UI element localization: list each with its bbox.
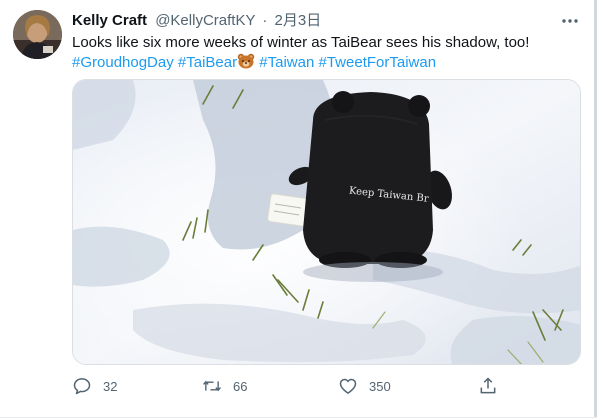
tweet-photo[interactable]: Keep Taiwan Br — [72, 79, 581, 365]
tweet-hashtags: #GroudhogDay #TaiBear #Taiwan #TweetForT… — [72, 53, 572, 73]
reply-count: 32 — [103, 378, 118, 394]
tweet-timestamp[interactable]: 2月3日 — [275, 12, 322, 29]
avatar[interactable] — [13, 10, 62, 59]
bear-emoji-icon — [237, 53, 255, 69]
like-button[interactable]: 350 — [338, 373, 391, 399]
like-icon — [338, 376, 358, 396]
share-icon — [478, 376, 498, 396]
retweet-icon — [202, 376, 222, 396]
hashtag-taibear[interactable]: #TaiBear — [178, 54, 237, 71]
reply-button[interactable]: 32 — [72, 373, 117, 399]
author-name[interactable]: Kelly Craft — [72, 12, 147, 29]
hashtag-groudhogday[interactable]: #GroudhogDay — [72, 54, 174, 71]
retweet-button[interactable]: 66 — [202, 373, 247, 399]
tweet-header: Kelly Craft @KellyCraftKY · 2月3日 — [72, 11, 577, 31]
more-icon[interactable] — [559, 10, 581, 32]
tweet-actions: 32 66 350 — [72, 373, 581, 399]
tweet[interactable]: Kelly Craft @KellyCraftKY · 2月3日 Looks l… — [0, 0, 597, 418]
share-button[interactable] — [478, 373, 498, 399]
retweet-count: 66 — [233, 378, 248, 394]
tweet-text: Looks like six more weeks of winter as T… — [72, 33, 572, 73]
reply-icon — [72, 376, 92, 396]
like-count: 350 — [369, 378, 391, 394]
separator-dot: · — [262, 12, 268, 29]
tweet-text-main: Looks like six more weeks of winter as T… — [72, 34, 530, 51]
hashtag-tweetfortaiwan[interactable]: #TweetForTaiwan — [319, 54, 437, 71]
hashtag-taiwan[interactable]: #Taiwan — [259, 54, 314, 71]
author-handle[interactable]: @KellyCraftKY — [155, 12, 255, 29]
